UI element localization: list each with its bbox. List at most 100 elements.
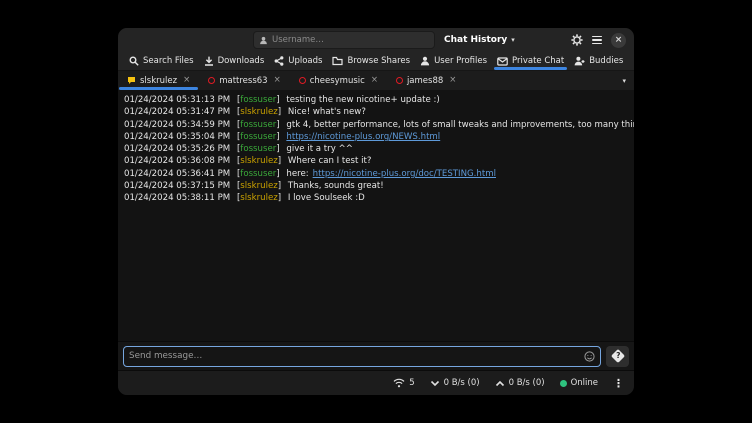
message-nick: fossuser	[240, 169, 276, 179]
tab-label: Uploads	[288, 56, 322, 66]
message-text: Nice! what's new?	[288, 107, 366, 117]
message-link[interactable]: https://nicotine-plus.org/doc/TESTING.ht…	[313, 169, 496, 179]
message-nick: slskrulez	[240, 181, 277, 191]
tab-private-chat[interactable]: Private Chat	[492, 52, 569, 70]
message-nick: fossuser	[240, 95, 276, 105]
status-menu-button[interactable]: ⋮	[613, 377, 624, 390]
chat-message: 01/24/2024 05:35:04 PM [fossuser] https:…	[124, 131, 628, 143]
message-text: I love Soulseek :D	[288, 193, 365, 203]
chat-tab-cheesymusic[interactable]: cheesymusic ×	[290, 71, 387, 90]
composer-bar: ?	[118, 341, 634, 370]
upload-speed-status[interactable]: 0 B/s (0)	[495, 378, 545, 388]
connections-status[interactable]: 5	[393, 378, 414, 388]
message-timestamp: 01/24/2024 05:36:08 PM	[124, 156, 230, 166]
connections-count: 5	[409, 378, 414, 388]
person-icon	[259, 36, 268, 45]
main-tab-bar: Search Files Downloads Uploads Browse Sh…	[118, 52, 634, 71]
titlebar: Chat History ▾	[118, 28, 634, 52]
chat-tab-slskrulez[interactable]: slskrulez ×	[118, 71, 199, 90]
mail-icon	[497, 57, 508, 66]
chat-tab-bar: slskrulez × mattress63 × cheesymusic × j…	[118, 71, 634, 90]
message-timestamp: 01/24/2024 05:31:47 PM	[124, 107, 230, 117]
message-nick: fossuser	[240, 120, 276, 130]
chevron-down-icon: ▾	[622, 77, 626, 85]
online-status-icon	[560, 380, 567, 387]
close-tab-icon[interactable]: ×	[183, 76, 190, 85]
wifi-icon	[393, 378, 405, 388]
message-text: Thanks, sounds great!	[288, 181, 384, 191]
chat-tab-label: cheesymusic	[310, 76, 365, 86]
help-diamond-icon: ?	[610, 349, 624, 363]
message-nick: slskrulez	[240, 193, 277, 203]
download-speed-status[interactable]: 0 B/s (0)	[430, 378, 480, 388]
message-timestamp: 01/24/2024 05:31:13 PM	[124, 95, 230, 105]
message-timestamp: 01/24/2024 05:35:04 PM	[124, 132, 230, 142]
tab-uploads[interactable]: Uploads	[269, 52, 327, 70]
emoji-icon[interactable]	[584, 351, 595, 362]
gear-icon	[571, 34, 583, 46]
close-tab-icon[interactable]: ×	[371, 76, 378, 85]
offline-status-icon	[396, 77, 403, 84]
offline-status-icon	[208, 77, 215, 84]
folder-icon	[332, 56, 343, 66]
message-text: testing the new nicotine+ update :)	[286, 95, 439, 105]
menu-button[interactable]	[592, 36, 602, 45]
chat-message: 01/24/2024 05:38:11 PM [slskrulez] I lov…	[124, 192, 628, 204]
person-icon	[420, 56, 430, 66]
username-entry[interactable]	[253, 31, 435, 49]
message-entry[interactable]	[123, 346, 601, 367]
username-input[interactable]	[272, 35, 429, 45]
tab-browse-shares[interactable]: Browse Shares	[327, 52, 415, 70]
chat-message: 01/24/2024 05:35:26 PM [fossuser] give i…	[124, 143, 628, 155]
tab-chat-rooms[interactable]: Chat Rooms	[628, 52, 634, 70]
message-timestamp: 01/24/2024 05:35:26 PM	[124, 144, 230, 154]
chat-tab-james88[interactable]: james88 ×	[387, 71, 465, 90]
message-nick: fossuser	[240, 132, 276, 142]
message-timestamp: 01/24/2024 05:38:11 PM	[124, 193, 230, 203]
upload-speed-value: 0 B/s (0)	[509, 378, 545, 388]
message-text: gtk 4, better performance, lots of small…	[286, 120, 634, 130]
download-icon	[204, 56, 214, 66]
message-timestamp: 01/24/2024 05:34:59 PM	[124, 120, 230, 130]
tab-label: Downloads	[218, 56, 265, 66]
tab-user-profiles[interactable]: User Profiles	[415, 52, 492, 70]
chat-command-help-button[interactable]: ?	[606, 346, 629, 367]
close-window-button[interactable]: ×	[611, 33, 626, 48]
tab-label: Browse Shares	[347, 56, 410, 66]
chevron-down-icon	[430, 380, 440, 387]
tab-label: Search Files	[143, 56, 194, 66]
tab-buddies[interactable]: Buddies	[569, 52, 628, 70]
highlight-bubble-icon	[127, 76, 136, 85]
message-text: Where can I test it?	[288, 156, 372, 166]
message-link[interactable]: https://nicotine-plus.org/NEWS.html	[286, 132, 440, 142]
message-timestamp: 01/24/2024 05:36:41 PM	[124, 169, 230, 179]
chat-message: 01/24/2024 05:31:47 PM [slskrulez] Nice!…	[124, 106, 628, 118]
share-icon	[274, 56, 284, 66]
chat-tab-mattress63[interactable]: mattress63 ×	[199, 71, 290, 90]
tab-label: Private Chat	[512, 56, 564, 66]
message-input[interactable]	[129, 351, 584, 361]
tab-overflow-dropdown[interactable]: ▾	[614, 71, 634, 90]
connection-status-label: Online	[571, 378, 598, 388]
chevron-down-icon: ▾	[511, 37, 515, 44]
close-tab-icon[interactable]: ×	[274, 76, 281, 85]
chat-message: 01/24/2024 05:36:08 PM [slskrulez] Where…	[124, 155, 628, 167]
preferences-button[interactable]	[571, 34, 583, 46]
chat-message: 01/24/2024 05:34:59 PM [fossuser] gtk 4,…	[124, 119, 628, 131]
chat-history-dropdown[interactable]: Chat History ▾	[444, 35, 515, 45]
hamburger-icon	[592, 36, 602, 45]
tab-label: Buddies	[589, 56, 623, 66]
message-timestamp: 01/24/2024 05:37:15 PM	[124, 181, 230, 191]
close-icon: ×	[615, 36, 623, 45]
chat-bubble-icon	[633, 56, 634, 66]
close-tab-icon[interactable]: ×	[449, 76, 456, 85]
status-bar: 5 0 B/s (0) 0 B/s (0) Online ⋮	[118, 370, 634, 395]
message-text: here:	[286, 169, 308, 179]
download-speed-value: 0 B/s (0)	[444, 378, 480, 388]
connection-status[interactable]: Online	[560, 378, 598, 388]
chat-message: 01/24/2024 05:37:15 PM [slskrulez] Thank…	[124, 180, 628, 192]
chat-tab-label: mattress63	[219, 76, 267, 86]
tab-downloads[interactable]: Downloads	[199, 52, 270, 70]
tab-search-files[interactable]: Search Files	[124, 52, 199, 70]
chat-message: 01/24/2024 05:31:13 PM [fossuser] testin…	[124, 94, 628, 106]
